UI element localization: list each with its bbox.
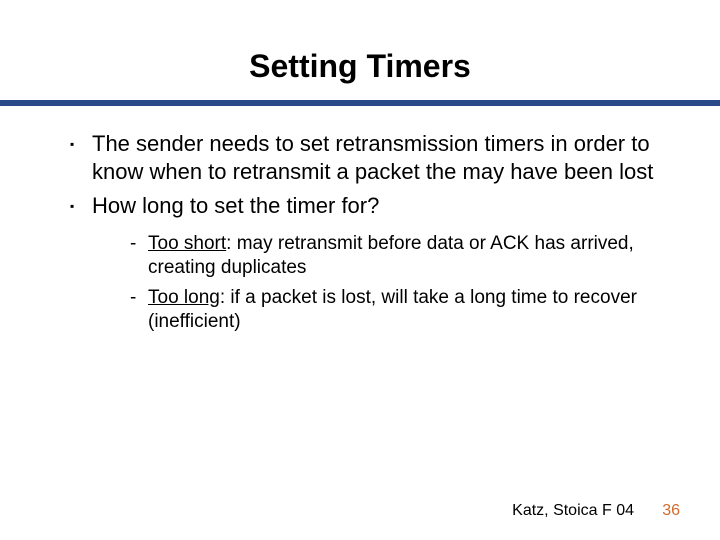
bullet-text: How long to set the timer for? [92,192,379,220]
sub-bullet-label: Too short [148,233,226,254]
sub-bullet-text: Too long: if a packet is lost, will take… [148,286,670,334]
bullet-text: The sender needs to set retransmission t… [92,130,670,186]
dash-bullet-icon: - [130,232,148,256]
sub-bullet-text: Too short: may retransmit before data or… [148,232,670,280]
sub-bullet-label: Too long [148,287,220,308]
slide: Setting Timers ▪ The sender needs to set… [0,0,720,540]
page-number: 36 [662,502,680,520]
bullet-item: ▪ How long to set the timer for? [70,192,670,220]
sub-bullet-group: - Too short: may retransmit before data … [130,232,670,334]
dash-bullet-icon: - [130,286,148,310]
sub-bullet-item: - Too short: may retransmit before data … [130,232,670,280]
slide-body: ▪ The sender needs to set retransmission… [70,130,670,340]
slide-title: Setting Timers [0,48,720,85]
sub-bullet-rest: : if a packet is lost, will take a long … [148,287,637,332]
square-bullet-icon: ▪ [70,130,92,158]
square-bullet-icon: ▪ [70,192,92,220]
sub-bullet-item: - Too long: if a packet is lost, will ta… [130,286,670,334]
bullet-item: ▪ The sender needs to set retransmission… [70,130,670,186]
footer-credit: Katz, Stoica F 04 [512,502,634,520]
title-divider [0,100,720,106]
